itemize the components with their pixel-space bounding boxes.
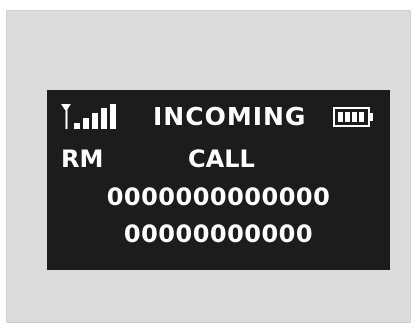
incoming-call-screen: INCOMING RM CALL 0000000000000 000000000… [47,90,390,270]
device-panel: INCOMING RM CALL 0000000000000 000000000… [6,10,411,323]
incoming-title: INCOMING [153,102,307,131]
caller-number-line-1: 0000000000000 [106,183,331,211]
call-label: CALL [188,145,255,173]
call-info-row: RM CALL [47,143,390,175]
mode-label: RM [61,145,104,173]
battery-full-icon [333,107,373,127]
caller-number-line-2: 00000000000 [123,220,314,248]
status-row: INCOMING [47,100,390,132]
signal-strength-icon [61,104,116,129]
